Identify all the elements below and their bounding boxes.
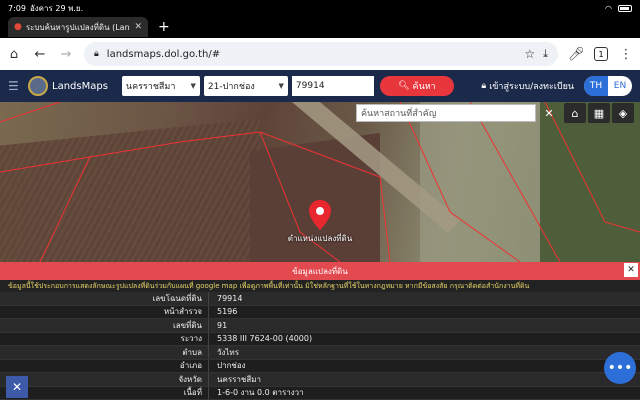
province-select[interactable]: นครราชสีมา ▼ — [121, 76, 200, 96]
tab-title: ระบบค้นหารูปแปลงที่ดิน (Lan — [25, 22, 130, 32]
parcel-info-table: เลขโฉนดที่ดิน 79914 หน้าสำรวจ 5196 เลขที่ด… — [0, 292, 640, 400]
search-button[interactable]: 🔍︎ ค้นหา — [379, 76, 454, 96]
lang-en-button[interactable]: EN — [608, 76, 632, 96]
app-name: LandsMaps — [52, 80, 108, 92]
close-tab-icon[interactable]: ✕ — [134, 22, 142, 32]
status-bar: 7:09 อังคาร 29 พ.ย. ◠ — [0, 0, 640, 16]
tab-switcher-button[interactable]: 1 — [594, 47, 608, 61]
lock-icon: 🔒︎ — [481, 81, 487, 91]
hamburger-menu-icon[interactable]: ☰ — [8, 79, 24, 93]
row-value: 91 — [208, 319, 227, 332]
microphone-icon[interactable]: 🎤︎ — [568, 47, 585, 62]
home-icon[interactable]: ⌂ — [6, 47, 22, 62]
table-row: เนื้อที่ 1-6-0 งาน 0.0 ตารางวา — [0, 386, 640, 400]
search-icon: 🔍︎ — [398, 81, 410, 91]
layers-icon: ◈ — [618, 106, 628, 120]
row-key: ระวาง — [180, 334, 202, 344]
disclaimer-notice: ข้อมูลนี้ใช้ประกอบการแสดงลักษณะรูปแปลงที… — [0, 280, 640, 292]
landsmaps-logo — [28, 76, 48, 96]
map-pin-icon: ● — [14, 22, 22, 32]
home-map-button[interactable]: ⌂ — [564, 103, 586, 123]
row-key: หน้าสำรวจ — [163, 307, 202, 317]
url-text: landsmaps.dol.go.th/# — [106, 48, 221, 60]
table-row: อำเภอ ปากช่อง — [0, 359, 640, 373]
row-key: จังหวัด — [178, 374, 202, 384]
row-key: อำเภอ — [179, 361, 202, 371]
table-row: จังหวัด นครราชสีมา — [0, 373, 640, 387]
district-value: 21-ปากช่อง — [207, 82, 255, 92]
parcel-number-input[interactable]: 79914 — [291, 76, 374, 96]
browser-tab-bar: ● ระบบค้นหารูปแปลงที่ดิน (Lan ✕ + — [0, 16, 640, 38]
row-key: ตำบล — [182, 347, 202, 357]
login-link[interactable]: 🔒︎ เข้าสู่ระบบ/ลงทะเบียน — [481, 79, 574, 93]
lock-icon: 🔒︎ — [94, 49, 99, 59]
chevron-down-icon: ▼ — [278, 82, 284, 90]
app-header: ☰ LandsMaps นครราชสีมา ▼ 21-ปากช่อง ▼ 79… — [0, 70, 640, 102]
browser-tab[interactable]: ● ระบบค้นหารูปแปลงที่ดิน (Lan ✕ — [8, 17, 148, 37]
ellipsis-icon: ••• — [607, 360, 633, 376]
wifi-icon: ◠ — [605, 3, 612, 13]
table-row: ระวาง 5338 III 7624-00 (4000) — [0, 332, 640, 346]
table-row: เลขโฉนดที่ดิน 79914 — [0, 292, 640, 306]
place-search-input[interactable]: ค้นหาสถานที่สำคัญ — [356, 104, 536, 122]
table-row: หน้าสำรวจ 5196 — [0, 305, 640, 319]
tools-button[interactable]: ✕ — [6, 376, 28, 398]
battery-icon — [618, 4, 632, 12]
chevron-down-icon: ▼ — [190, 82, 196, 90]
status-date: อังคาร 29 พ.ย. — [29, 3, 84, 13]
layers-button[interactable]: ◈ — [612, 103, 634, 123]
download-icon[interactable]: ⤓ — [543, 47, 548, 61]
map-marker-icon[interactable] — [309, 200, 331, 230]
search-button-label: ค้นหา — [412, 82, 436, 92]
row-value: 79914 — [208, 292, 242, 305]
grid-map-button[interactable]: ▦ — [588, 103, 610, 123]
wrench-icon: ✕ — [11, 380, 23, 394]
row-value: ปากช่อง — [208, 359, 246, 372]
row-value: 5338 III 7624-00 (4000) — [208, 332, 312, 345]
close-icon[interactable]: ✕ — [540, 104, 558, 122]
row-value: นครราชสีมา — [208, 373, 261, 386]
province-value: นครราชสีมา — [125, 82, 176, 92]
row-value: 5196 — [208, 305, 237, 318]
row-value: 1-6-0 งาน 0.0 ตารางวา — [208, 386, 304, 399]
row-key: เนื้อที่ — [183, 388, 202, 398]
district-select[interactable]: 21-ปากช่อง ▼ — [203, 76, 288, 96]
back-icon[interactable]: ← — [32, 47, 48, 62]
more-menu-icon[interactable]: ⋮ — [618, 47, 634, 62]
close-panel-button[interactable]: ✕ — [624, 263, 638, 277]
url-field[interactable]: 🔒︎ landsmaps.dol.go.th/# ☆ ⤓ — [84, 42, 558, 66]
forward-icon[interactable]: → — [58, 47, 74, 62]
grid-icon: ▦ — [593, 106, 605, 120]
language-toggle: TH EN — [584, 76, 632, 96]
parcel-info-title: ข้อมูลแปลงที่ดิน — [0, 262, 640, 280]
marker-label: ตำแหน่งแปลงที่ดิน — [287, 234, 353, 243]
new-tab-button[interactable]: + — [158, 19, 170, 35]
more-options-fab[interactable]: ••• — [604, 352, 636, 384]
row-key: เลขที่ดิน — [172, 320, 202, 330]
table-row: ตำบล วังไทร — [0, 346, 640, 360]
login-label: เข้าสู่ระบบ/ลงทะเบียน — [489, 82, 574, 92]
address-bar: ⌂ ← → 🔒︎ landsmaps.dol.go.th/# ☆ ⤓ 🎤︎ 1 … — [0, 38, 640, 70]
house-icon: ⌂ — [571, 106, 579, 120]
row-value: วังไทร — [208, 346, 239, 359]
status-time: 7:09 — [8, 3, 26, 13]
lang-th-button[interactable]: TH — [584, 76, 608, 96]
row-key: เลขโฉนดที่ดิน — [152, 293, 202, 303]
table-row: เลขที่ดิน 91 — [0, 319, 640, 333]
bookmark-star-icon[interactable]: ☆ — [524, 47, 535, 61]
